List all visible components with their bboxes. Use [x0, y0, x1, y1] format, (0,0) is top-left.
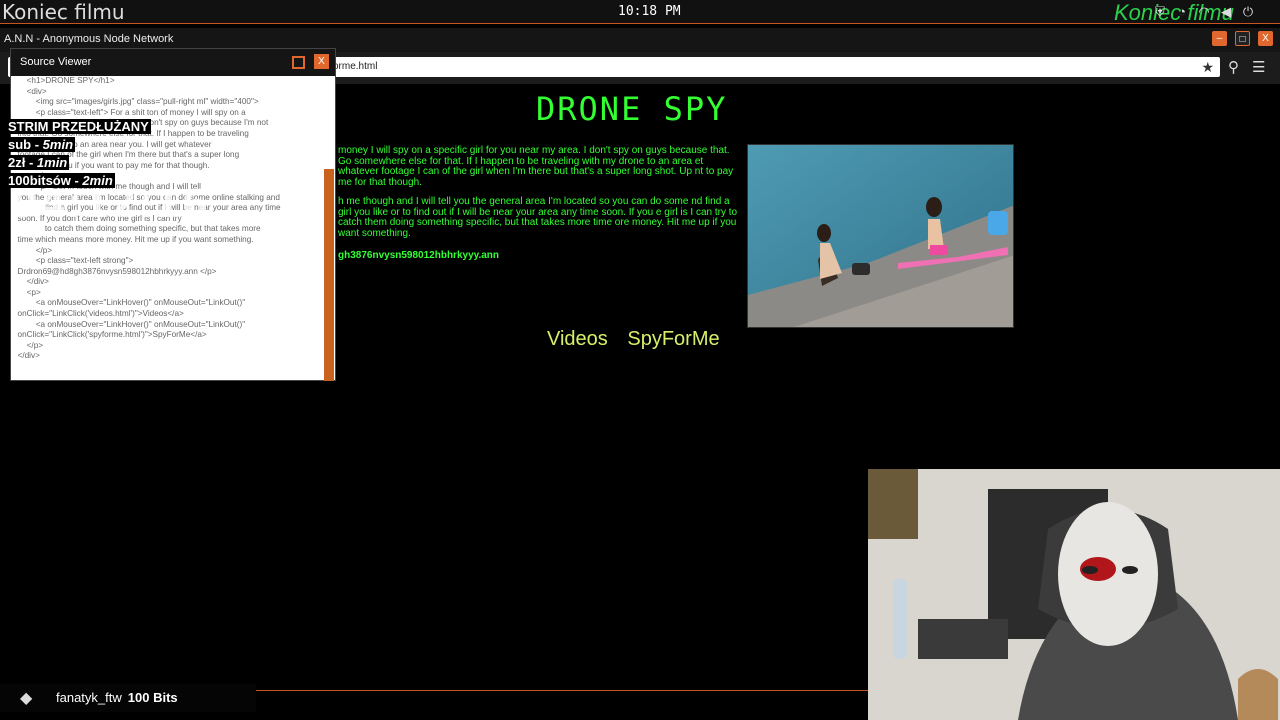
contact-email: gh3876nvysn598012hbhrkyyy.ann — [338, 250, 500, 261]
page-links: Videos SpyForMe — [547, 328, 734, 351]
source-line: <p> — [13, 287, 41, 297]
wifi-icon[interactable]: ◠ — [1196, 4, 1212, 20]
source-scrollbar[interactable] — [324, 169, 334, 381]
power-icon[interactable]: ⏻ — [1240, 4, 1256, 20]
source-close-button[interactable]: X — [314, 54, 329, 69]
taskbar: Koniec filmu 10:18 PM Koniec filmu ⛨ ◔ ◠… — [0, 0, 1280, 25]
intro-paragraph: money I will spy on a specific girl for … — [338, 145, 734, 188]
address-text: orme.html — [333, 61, 378, 72]
source-line: <img src="images/girls.jpg" class="pull-… — [13, 97, 259, 107]
source-line: <a onMouseOver="LinkHover()" onMouseOut=… — [13, 298, 246, 308]
alert-amount: 100 Bits — [127, 690, 178, 705]
countdown-timer: 94:12:16 — [12, 182, 210, 226]
maximize-button[interactable]: □ — [1235, 31, 1250, 46]
close-button[interactable]: X — [1258, 31, 1273, 46]
webcam-feed — [868, 469, 1280, 720]
page-title: DRONE SPY — [536, 90, 728, 128]
zl-rate: 2zł - 1min — [6, 155, 70, 170]
minimize-button[interactable]: – — [1212, 31, 1227, 46]
source-line: onClick="LinkClick('spyforme.html')">Spy… — [13, 330, 207, 340]
source-line: <div> — [13, 86, 47, 96]
spyforme-link[interactable]: SpyForMe — [627, 328, 719, 350]
source-line: <p class="text-left"> For a shit ton of … — [13, 107, 246, 117]
source-line: onClick="LinkClick('videos.html')">Video… — [13, 309, 184, 319]
search-icon[interactable]: ⚲ — [1228, 58, 1239, 76]
source-line: Drdron69@hd8gh3876nvysn598012hbhrkyyy.an… — [13, 266, 217, 276]
source-line: </div> — [13, 277, 49, 287]
sub-rate: sub - 5min — [6, 137, 76, 152]
system-tray: ⛨ ◔ ◠ ◀ ⏻ — [1152, 4, 1256, 20]
beach-photo — [747, 144, 1014, 328]
source-line: </p> — [13, 245, 53, 255]
videos-link[interactable]: Videos — [547, 328, 608, 350]
diamond-icon: ◆ — [20, 690, 33, 707]
shield-icon[interactable]: ⛨ — [1152, 4, 1168, 20]
contact-paragraph: h me though and I will tell you the gene… — [338, 196, 738, 239]
stream-overlay-title: Koniec filmu — [2, 0, 125, 24]
taskbar-clock: 10:18 PM — [618, 4, 681, 19]
network-icon[interactable]: ◔ — [1174, 4, 1190, 20]
source-maximize-button[interactable] — [292, 56, 305, 69]
source-line: </div> — [13, 351, 40, 361]
extension-title: STRIM PRZEDŁUŻANY — [6, 119, 151, 134]
source-line: <a onMouseOver="LinkHover()" onMouseOut=… — [13, 319, 246, 329]
source-line: time which means more money. Hit me up i… — [13, 234, 254, 244]
volume-icon[interactable]: ◀ — [1218, 4, 1234, 20]
source-viewer-title: Source Viewer — [20, 56, 92, 68]
bookmark-star-icon[interactable]: ★ — [1201, 57, 1214, 77]
source-line: <h1>DRONE SPY</h1> — [13, 76, 115, 85]
bits-alert: ◆ fanatyk_ftw 100 Bits — [0, 684, 256, 712]
source-line: </p> — [13, 340, 44, 350]
browser-title: A.N.N - Anonymous Node Network — [4, 33, 174, 45]
stream-extension-overlay: STRIM PRZEDŁUŻANY sub - 5min 2zł - 1min … — [6, 118, 208, 226]
source-line: <p class="text-left strong"> — [13, 256, 134, 266]
menu-icon[interactable]: ☰ — [1252, 58, 1265, 76]
alert-username: fanatyk_ftw — [56, 690, 122, 705]
source-viewer-titlebar[interactable]: Source Viewer X — [11, 49, 335, 76]
